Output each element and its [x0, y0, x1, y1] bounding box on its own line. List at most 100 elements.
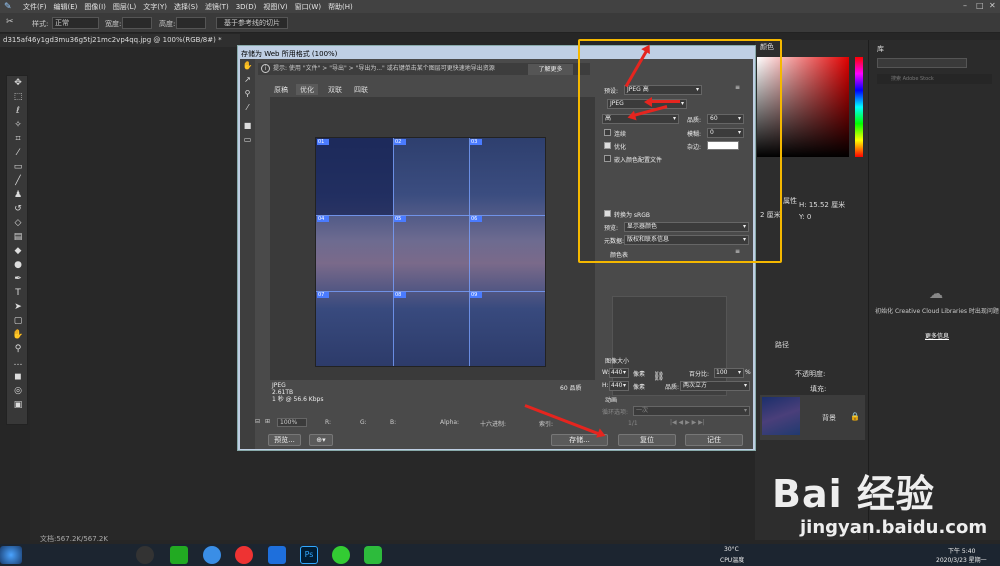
slice-select-icon[interactable]: ↗: [240, 73, 255, 87]
properties-panel-tab[interactable]: 属性: [783, 196, 797, 206]
netease-music-icon[interactable]: [235, 546, 253, 564]
slice-tool-icon[interactable]: ✂: [6, 17, 14, 27]
magic-wand-icon[interactable]: ✧: [7, 118, 29, 132]
layer-row-background[interactable]: 背景 🔒: [760, 395, 865, 440]
marquee-tool-icon[interactable]: ⬚: [7, 90, 29, 104]
pen-tool-icon[interactable]: ✒: [7, 272, 29, 286]
document-tab[interactable]: d315af46y1gd3mu36g5tj21mc2vp4qq.jpg @ 10…: [0, 34, 240, 47]
menu-select[interactable]: 选择(S): [174, 2, 198, 12]
zoom-icon[interactable]: ⚲: [240, 87, 255, 101]
menu-file[interactable]: 文件(F): [23, 2, 47, 12]
slice-label[interactable]: 07: [317, 292, 329, 298]
more-info-link[interactable]: 更多信息: [925, 331, 949, 340]
photoshop-icon[interactable]: Ps: [300, 546, 318, 564]
maximize-icon[interactable]: □: [976, 1, 984, 10]
more-tools-icon[interactable]: …: [7, 356, 29, 370]
blur-icon[interactable]: ◆: [7, 244, 29, 258]
tab-2up[interactable]: 双联: [324, 84, 346, 95]
menu-view[interactable]: 视图(V): [263, 2, 287, 12]
eyedropper-color-icon[interactable]: ■: [240, 119, 255, 133]
lasso-tool-icon[interactable]: ℓ: [7, 104, 29, 118]
slice-label[interactable]: 09: [470, 292, 482, 298]
minimize-icon[interactable]: –: [963, 1, 967, 10]
animation-controls[interactable]: |◀ ◀ ▶ ▶ ▶|: [670, 419, 705, 426]
zoom-tool-icon[interactable]: ⚲: [7, 342, 29, 356]
resample-select[interactable]: 两次立方: [680, 381, 750, 391]
eyedropper-icon[interactable]: ⁄: [240, 101, 255, 115]
menu-window[interactable]: 窗口(W): [295, 2, 321, 12]
libraries-tab[interactable]: 库: [877, 44, 884, 54]
hand-icon[interactable]: ✋: [240, 59, 255, 73]
color-swatch-icon[interactable]: ◼: [7, 370, 29, 384]
brush-icon[interactable]: ✎: [4, 2, 16, 12]
path-select-icon[interactable]: ➤: [7, 300, 29, 314]
zoom-out-icon[interactable]: ⊟: [255, 418, 260, 425]
link-icon[interactable]: ⛓: [653, 372, 664, 382]
close-icon[interactable]: ✕: [989, 1, 996, 10]
preview-button[interactable]: 预览...: [268, 434, 301, 446]
wechat-icon[interactable]: [364, 546, 382, 564]
learn-more-button[interactable]: 了解更多: [528, 64, 573, 75]
app-icon[interactable]: [332, 546, 350, 564]
menu-filter[interactable]: 滤镜(T): [205, 2, 229, 12]
toggle-slices-icon[interactable]: ▭: [240, 133, 255, 147]
tab-original[interactable]: 原稿: [270, 84, 292, 95]
width-input[interactable]: 440: [609, 368, 629, 378]
crop-tool-icon[interactable]: ⌗: [7, 132, 29, 146]
loop-label: 循环选项:: [602, 409, 629, 416]
resample-label: 品质:: [665, 384, 680, 391]
slice-label[interactable]: 08: [394, 292, 406, 298]
zoom-in-icon[interactable]: ⊞: [265, 418, 270, 425]
screen-mode-icon[interactable]: ▣: [7, 398, 29, 412]
hue-slider[interactable]: [855, 57, 863, 157]
remember-button[interactable]: 记住: [685, 434, 743, 446]
stamp-tool-icon[interactable]: ♟: [7, 188, 29, 202]
menu-edit[interactable]: 编辑(E): [54, 2, 78, 12]
loop-select[interactable]: 一次: [633, 406, 750, 416]
app-icon[interactable]: [203, 546, 221, 564]
quick-mask-icon[interactable]: ◎: [7, 384, 29, 398]
history-brush-icon[interactable]: ↺: [7, 202, 29, 216]
eyedropper-icon[interactable]: ⁄: [7, 146, 29, 160]
brush-tool-icon[interactable]: ╱: [7, 174, 29, 188]
slice-label[interactable]: 02: [394, 139, 406, 145]
menu-3d[interactable]: 3D(D): [236, 3, 257, 11]
hand-tool-icon[interactable]: ✋: [7, 328, 29, 342]
width-field[interactable]: [122, 17, 152, 29]
gradient-icon[interactable]: ▤: [7, 230, 29, 244]
library-select[interactable]: [877, 58, 967, 68]
type-tool-icon[interactable]: T: [7, 286, 29, 300]
menu-help[interactable]: 帮助(H): [328, 2, 353, 12]
slice-label[interactable]: 01: [317, 139, 329, 145]
percent-input[interactable]: 100: [714, 368, 744, 378]
height-field[interactable]: [176, 17, 206, 29]
eraser-icon[interactable]: ◇: [7, 216, 29, 230]
slice-label[interactable]: 05: [394, 216, 406, 222]
slices-from-guides-button[interactable]: 基于参考线的切片: [216, 17, 288, 29]
healing-icon[interactable]: ▭: [7, 160, 29, 174]
stock-search-input[interactable]: 搜索 Adobe Stock: [877, 74, 992, 84]
wps-icon[interactable]: [268, 546, 286, 564]
height-input[interactable]: 440: [609, 381, 629, 391]
shape-tool-icon[interactable]: ▢: [7, 314, 29, 328]
slice-label[interactable]: 04: [317, 216, 329, 222]
start-button-icon[interactable]: [0, 546, 22, 564]
paths-panel-tab[interactable]: 路径: [775, 340, 789, 350]
percent-label: 百分比:: [689, 371, 710, 378]
style-select[interactable]: 正常: [52, 17, 99, 29]
reset-button[interactable]: 复位: [618, 434, 676, 446]
move-tool-icon[interactable]: ✥: [7, 76, 29, 90]
menu-layer[interactable]: 图层(L): [113, 2, 136, 12]
zoom-select[interactable]: 100%: [277, 418, 307, 427]
menu-image[interactable]: 图像(I): [84, 2, 106, 12]
slice-label[interactable]: 03: [470, 139, 482, 145]
app-icon[interactable]: [136, 546, 154, 564]
browser-preview-button[interactable]: ⊕▾: [309, 434, 333, 446]
slice-label[interactable]: 06: [470, 216, 482, 222]
tab-optimized[interactable]: 优化: [296, 84, 318, 95]
app-icon[interactable]: [170, 546, 188, 564]
menu-type[interactable]: 文字(Y): [143, 2, 167, 12]
preview-image[interactable]: 01 02 03 04 05 06 07 08 09: [315, 137, 546, 367]
tab-4up[interactable]: 四联: [350, 84, 372, 95]
dodge-icon[interactable]: ●: [7, 258, 29, 272]
